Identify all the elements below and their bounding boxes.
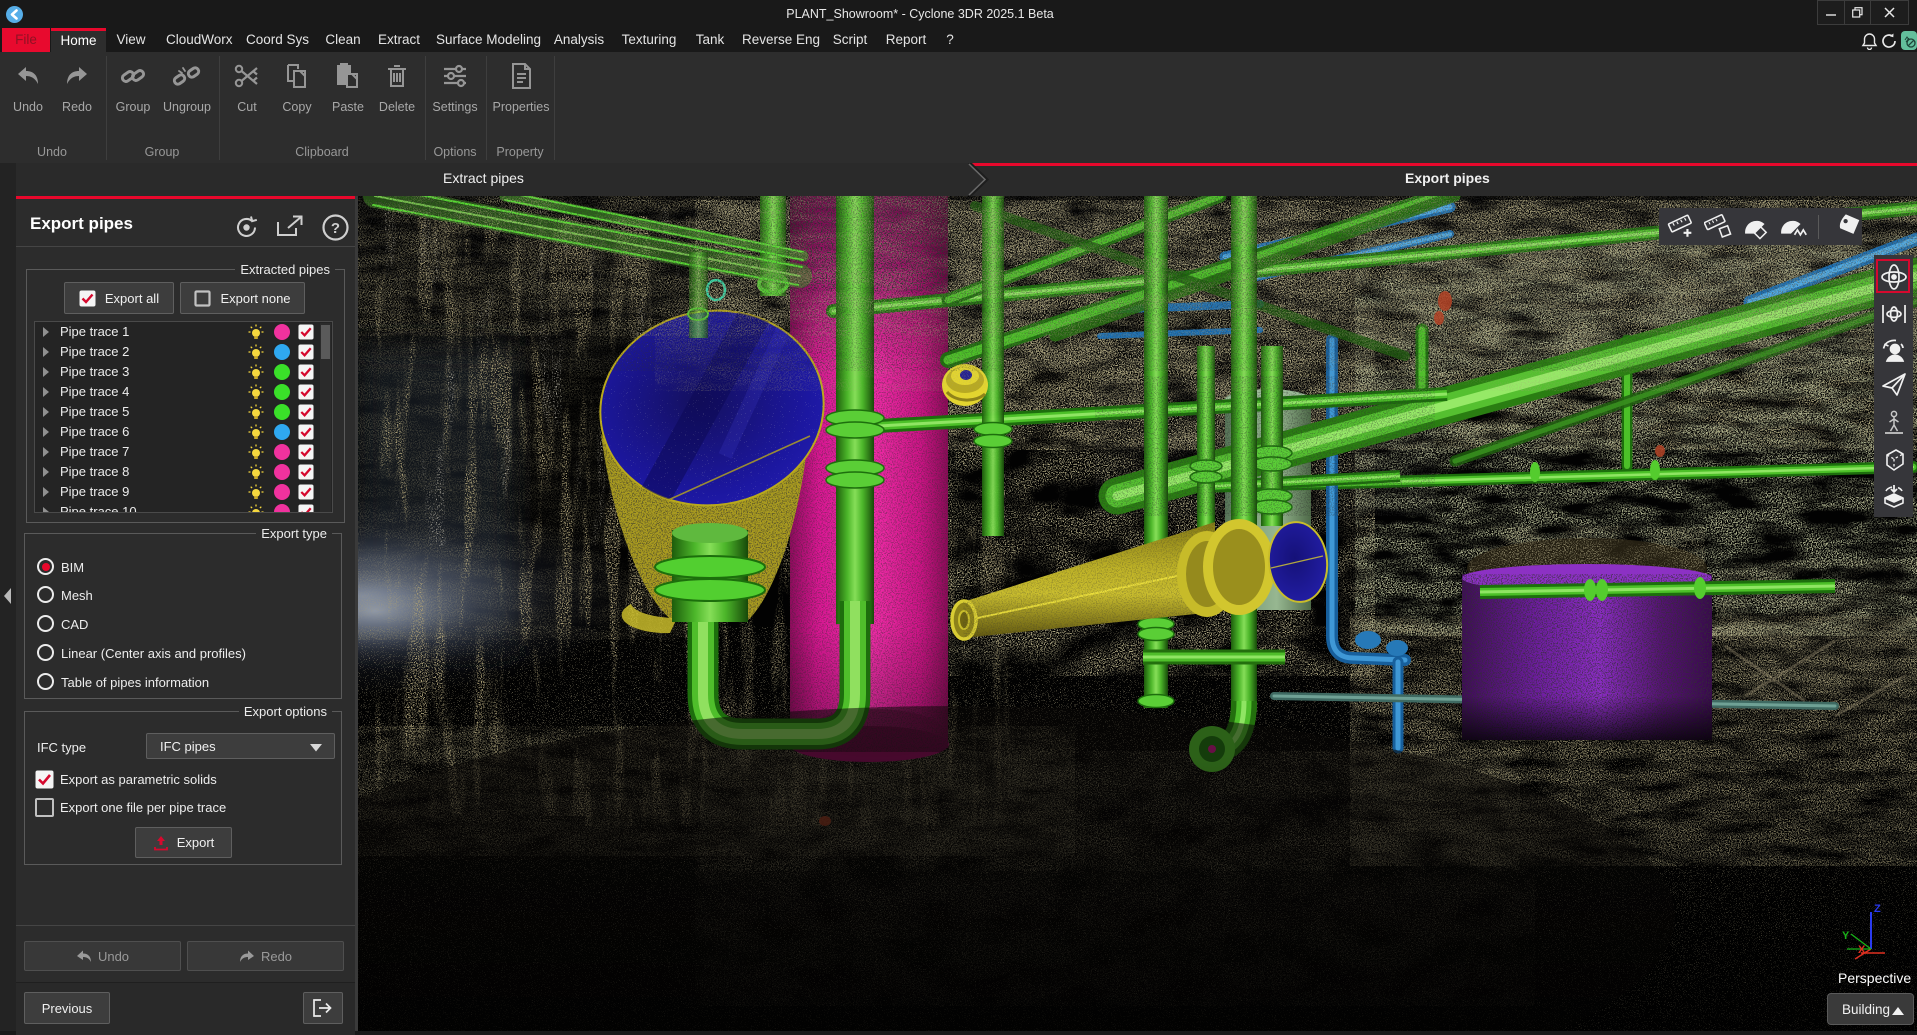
svg-text:X: X [1858, 944, 1866, 956]
svg-text:Z: Z [1874, 903, 1881, 915]
svg-text:Y: Y [1842, 930, 1850, 942]
svg-text:?: ? [331, 220, 340, 237]
